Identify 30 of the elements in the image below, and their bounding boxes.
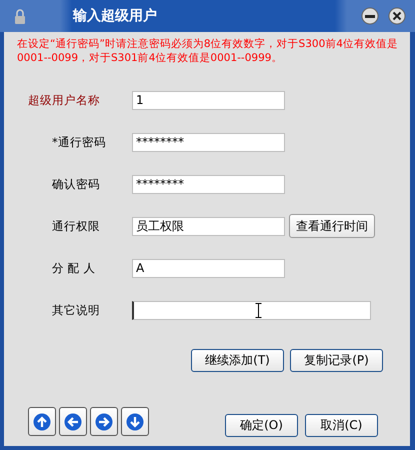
record-button[interactable]: 复制记录(P) bbox=[290, 349, 383, 372]
arrow-up-icon bbox=[33, 412, 51, 430]
input-field[interactable]: ******** bbox=[132, 132, 285, 152]
view-time-button[interactable]: 查看通行时间 bbox=[289, 214, 375, 238]
field-label: 超级用户名称 bbox=[28, 92, 101, 108]
arrow-right-icon bbox=[95, 412, 113, 430]
input-field[interactable] bbox=[132, 300, 371, 320]
record-button[interactable]: 继续添加(T) bbox=[191, 349, 284, 372]
input-field[interactable]: A bbox=[132, 258, 285, 278]
arrow-right-button[interactable] bbox=[90, 407, 118, 436]
arrow-left-icon bbox=[64, 412, 82, 430]
close-icon[interactable] bbox=[388, 7, 406, 25]
minimize-icon[interactable] bbox=[361, 7, 379, 25]
field-label: 其它说明 bbox=[51, 302, 101, 318]
input-field[interactable]: 员工权限 bbox=[132, 216, 285, 236]
arrow-down-icon bbox=[126, 412, 144, 430]
dialog-button[interactable]: 确定(O) bbox=[225, 414, 298, 437]
field-label: 确认密码 bbox=[51, 176, 101, 192]
arrow-up-button[interactable] bbox=[28, 407, 56, 436]
lock-icon bbox=[14, 8, 26, 24]
window-title: 输入超级用户 bbox=[73, 7, 158, 25]
dialog-button[interactable]: 取消(C) bbox=[305, 414, 378, 437]
field-label: 分 配 人 bbox=[51, 260, 96, 276]
arrow-left-button[interactable] bbox=[59, 407, 87, 436]
field-label: 通行权限 bbox=[51, 218, 101, 234]
notice-text: 在设定“通行密码”时请注意密码必须为8位有效数字，对于S300前4位有效值是0001--0099，对于S301前4位有效值是0001--0999。 bbox=[17, 37, 399, 65]
input-field[interactable]: ******** bbox=[132, 174, 285, 194]
arrow-down-button[interactable] bbox=[121, 407, 149, 436]
input-field[interactable]: 1 bbox=[132, 90, 285, 110]
field-label: *通行密码 bbox=[51, 134, 107, 150]
